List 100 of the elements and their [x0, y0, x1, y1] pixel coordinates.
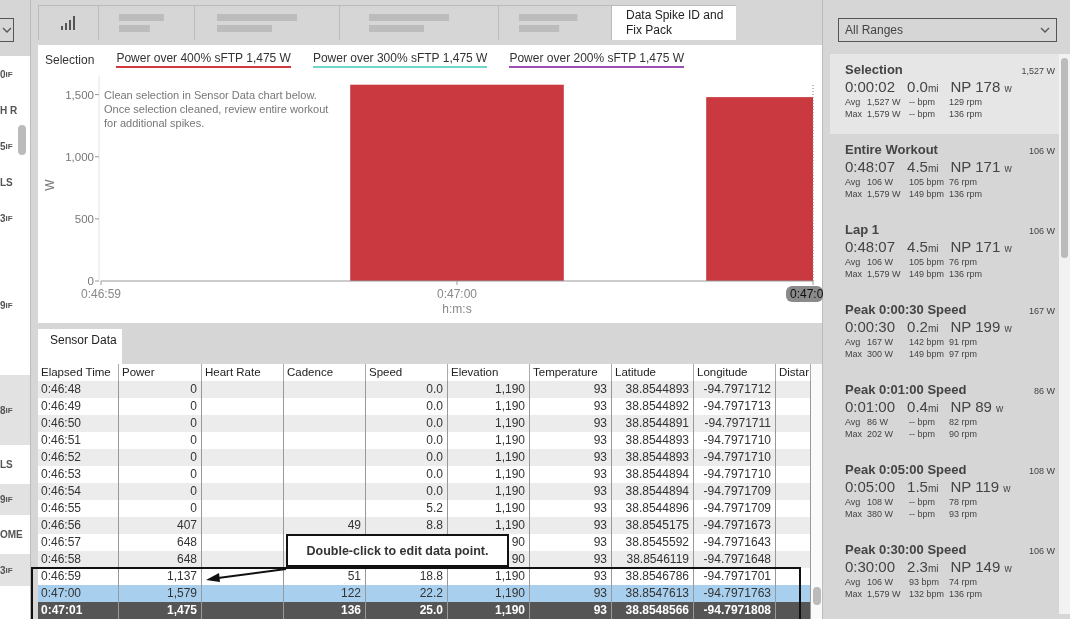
range-distance: 0.0mi: [907, 78, 939, 95]
range-np: NP 89 w: [950, 398, 1004, 415]
stat-value: 300 W: [867, 349, 894, 359]
x-tick-label: 0:47:0: [790, 286, 824, 301]
stat-value: 136 rpm: [949, 189, 984, 199]
stat-value: 90 rpm: [949, 429, 978, 439]
table-cell: 1,475: [119, 602, 202, 619]
stat-value: 149 bpm: [909, 349, 946, 359]
stat-value: Max: [845, 349, 863, 359]
stat-value: 108 W: [867, 497, 894, 507]
stat-value: 1,579 W: [867, 589, 902, 599]
stat-value: -- bpm: [909, 429, 936, 439]
range-power: 86 W: [1034, 386, 1055, 396]
stat-value: -- bpm: [909, 497, 936, 507]
table-cell: 0:47:01: [38, 602, 119, 619]
stat-value: Max: [845, 589, 863, 599]
y-tick-label: 1,500: [65, 88, 94, 101]
y-tick-label: 0: [87, 274, 94, 287]
stat-value: Avg: [845, 577, 862, 587]
table-cell: 136: [284, 602, 366, 619]
stat-value: 76 rpm: [949, 257, 978, 267]
range-np: NP 149 w: [950, 558, 1012, 575]
hint-tooltip: Double-click to edit data point.: [286, 534, 509, 567]
stat-value: 86 W: [867, 417, 889, 427]
stat-value: 105 bpm: [909, 257, 946, 267]
legend-title: Selection: [45, 52, 95, 67]
y-tick-label: 1,000: [65, 150, 94, 163]
stat-value: Avg: [845, 97, 862, 107]
table-cell: 648: [119, 551, 202, 568]
stat-value: 129 rpm: [949, 97, 984, 107]
stat-value: -- bpm: [909, 417, 936, 427]
range-distance: 4.5mi: [907, 238, 939, 255]
stat-value: 97 rpm: [949, 349, 978, 359]
stat-value: 93 rpm: [949, 509, 978, 519]
range-distance: 1.5mi: [907, 478, 939, 495]
cursor-time-label: 0:47:0: [786, 285, 823, 302]
range-title: Peak 0:30:00 Speed: [845, 542, 967, 557]
stat-value: 91 rpm: [949, 337, 978, 347]
stat-value: -- bpm: [909, 97, 936, 107]
stat-value: -- bpm: [909, 109, 936, 119]
stat-value: 1,579 W: [867, 269, 902, 279]
range-title: Selection: [845, 62, 903, 77]
stat-value: 74 rpm: [949, 577, 978, 587]
stat-value: 106 W: [867, 177, 894, 187]
stat-value: 106 W: [867, 257, 894, 267]
table-cell: 38.8548566: [612, 602, 694, 619]
stat-value: 105 bpm: [909, 177, 946, 187]
stat-value: 1,579 W: [867, 109, 902, 119]
stat-value: -- bpm: [909, 509, 936, 519]
stat-value: 136 rpm: [949, 589, 984, 599]
stat-value: 82 rpm: [949, 417, 978, 427]
range-power: 108 W: [1029, 466, 1055, 476]
stat-value: Max: [845, 189, 863, 199]
table-cell: -94.7971648: [694, 551, 776, 568]
range-power: 106 W: [1029, 146, 1055, 156]
stat-value: 1,579 W: [867, 189, 902, 199]
stat-value: 106 W: [867, 577, 894, 587]
range-distance: 0.2mi: [907, 318, 939, 335]
table-cell: 38.8546119: [612, 551, 694, 568]
stat-value: 76 rpm: [949, 177, 978, 187]
stat-value: Max: [845, 429, 863, 439]
stat-value: 132 bpm: [909, 589, 946, 599]
stat-value: 142 bpm: [909, 337, 946, 347]
range-np: NP 178 w: [950, 78, 1012, 95]
stat-value: Avg: [845, 417, 862, 427]
range-np: NP 171 w: [950, 158, 1012, 175]
table-cell: 93: [530, 551, 612, 568]
stat-value: 78 rpm: [949, 497, 978, 507]
stat-value: Avg: [845, 497, 862, 507]
range-np: NP 171 w: [950, 238, 1012, 255]
stat-value: 136 rpm: [949, 269, 984, 279]
stat-value: 167 W: [867, 337, 894, 347]
table-cell: -94.7971808: [694, 602, 776, 619]
table-cell: 1,190: [448, 602, 530, 619]
stat-value: 93 bpm: [909, 577, 941, 587]
range-power: 106 W: [1029, 546, 1055, 556]
stat-value: 149 bpm: [909, 189, 946, 199]
stat-value: 136 rpm: [949, 109, 984, 119]
y-axis-label: W: [43, 178, 57, 191]
x-tick-label: 0:47:00: [437, 286, 477, 301]
range-power: 167 W: [1029, 306, 1055, 316]
range-duration: 0:00:30: [845, 318, 896, 335]
stat-value: 149 bpm: [909, 269, 946, 279]
range-title: Lap 1: [845, 222, 879, 237]
range-duration: 0:00:02: [845, 78, 896, 95]
stat-value: Max: [845, 269, 863, 279]
x-axis-label: h:m:s: [442, 301, 472, 316]
range-title: Peak 0:05:00 Speed: [845, 462, 967, 477]
range-duration: 0:48:07: [845, 158, 896, 175]
table-cell: 0:46:58: [38, 551, 119, 568]
range-title: Peak 0:00:30 Speed: [845, 302, 967, 317]
range-duration: 0:48:07: [845, 238, 896, 255]
range-title: Peak 0:01:00 Speed: [845, 382, 967, 397]
range-np: NP 199 w: [950, 318, 1012, 335]
stat-value: 380 W: [867, 509, 894, 519]
stat-value: 202 W: [867, 429, 894, 439]
stat-value: Avg: [845, 257, 862, 267]
stat-value: Avg: [845, 177, 862, 187]
range-duration: 0:05:00: [845, 478, 896, 495]
range-np: NP 119 w: [950, 478, 1011, 495]
